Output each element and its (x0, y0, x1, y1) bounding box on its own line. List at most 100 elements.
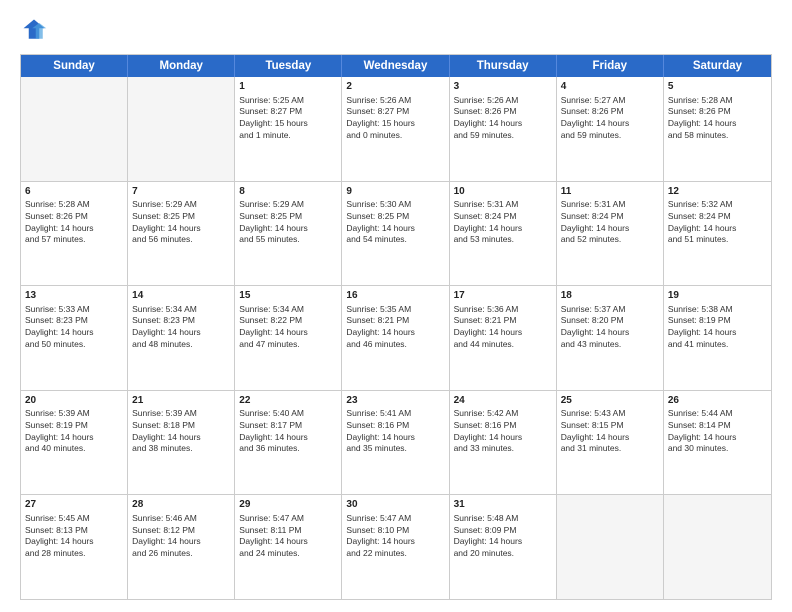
calendar-cell: 15Sunrise: 5:34 AMSunset: 8:22 PMDayligh… (235, 286, 342, 390)
cell-info: Sunrise: 5:35 AMSunset: 8:21 PMDaylight:… (346, 304, 444, 351)
cell-info: Sunrise: 5:37 AMSunset: 8:20 PMDaylight:… (561, 304, 659, 351)
cell-info: Sunrise: 5:38 AMSunset: 8:19 PMDaylight:… (668, 304, 767, 351)
day-number: 3 (454, 80, 552, 94)
day-number: 27 (25, 498, 123, 512)
day-number: 30 (346, 498, 444, 512)
day-number: 13 (25, 289, 123, 303)
day-number: 16 (346, 289, 444, 303)
cell-info: Sunrise: 5:40 AMSunset: 8:17 PMDaylight:… (239, 408, 337, 455)
calendar-cell: 24Sunrise: 5:42 AMSunset: 8:16 PMDayligh… (450, 391, 557, 495)
calendar-cell: 18Sunrise: 5:37 AMSunset: 8:20 PMDayligh… (557, 286, 664, 390)
cell-info: Sunrise: 5:44 AMSunset: 8:14 PMDaylight:… (668, 408, 767, 455)
calendar-week-5: 27Sunrise: 5:45 AMSunset: 8:13 PMDayligh… (21, 494, 771, 599)
day-number: 20 (25, 394, 123, 408)
calendar-cell: 12Sunrise: 5:32 AMSunset: 8:24 PMDayligh… (664, 182, 771, 286)
cell-info: Sunrise: 5:34 AMSunset: 8:22 PMDaylight:… (239, 304, 337, 351)
calendar-cell: 10Sunrise: 5:31 AMSunset: 8:24 PMDayligh… (450, 182, 557, 286)
day-number: 31 (454, 498, 552, 512)
cell-info: Sunrise: 5:33 AMSunset: 8:23 PMDaylight:… (25, 304, 123, 351)
calendar-cell (664, 495, 771, 599)
logo (20, 16, 52, 44)
cell-info: Sunrise: 5:34 AMSunset: 8:23 PMDaylight:… (132, 304, 230, 351)
day-number: 12 (668, 185, 767, 199)
calendar-cell (557, 495, 664, 599)
cell-info: Sunrise: 5:31 AMSunset: 8:24 PMDaylight:… (454, 199, 552, 246)
cell-info: Sunrise: 5:28 AMSunset: 8:26 PMDaylight:… (25, 199, 123, 246)
calendar-week-2: 6Sunrise: 5:28 AMSunset: 8:26 PMDaylight… (21, 181, 771, 286)
calendar-cell: 28Sunrise: 5:46 AMSunset: 8:12 PMDayligh… (128, 495, 235, 599)
day-number: 11 (561, 185, 659, 199)
day-number: 10 (454, 185, 552, 199)
day-number: 23 (346, 394, 444, 408)
day-number: 5 (668, 80, 767, 94)
header-day-friday: Friday (557, 55, 664, 77)
cell-info: Sunrise: 5:39 AMSunset: 8:18 PMDaylight:… (132, 408, 230, 455)
cell-info: Sunrise: 5:29 AMSunset: 8:25 PMDaylight:… (132, 199, 230, 246)
page-header (20, 16, 772, 44)
calendar-cell: 21Sunrise: 5:39 AMSunset: 8:18 PMDayligh… (128, 391, 235, 495)
calendar-cell: 30Sunrise: 5:47 AMSunset: 8:10 PMDayligh… (342, 495, 449, 599)
calendar-cell: 31Sunrise: 5:48 AMSunset: 8:09 PMDayligh… (450, 495, 557, 599)
day-number: 17 (454, 289, 552, 303)
header-day-monday: Monday (128, 55, 235, 77)
calendar-week-3: 13Sunrise: 5:33 AMSunset: 8:23 PMDayligh… (21, 285, 771, 390)
cell-info: Sunrise: 5:26 AMSunset: 8:27 PMDaylight:… (346, 95, 444, 142)
day-number: 6 (25, 185, 123, 199)
calendar-cell: 29Sunrise: 5:47 AMSunset: 8:11 PMDayligh… (235, 495, 342, 599)
calendar-cell: 2Sunrise: 5:26 AMSunset: 8:27 PMDaylight… (342, 77, 449, 181)
calendar-cell: 6Sunrise: 5:28 AMSunset: 8:26 PMDaylight… (21, 182, 128, 286)
cell-info: Sunrise: 5:47 AMSunset: 8:11 PMDaylight:… (239, 513, 337, 560)
header-day-saturday: Saturday (664, 55, 771, 77)
day-number: 15 (239, 289, 337, 303)
cell-info: Sunrise: 5:25 AMSunset: 8:27 PMDaylight:… (239, 95, 337, 142)
logo-icon (20, 16, 48, 44)
day-number: 26 (668, 394, 767, 408)
calendar: SundayMondayTuesdayWednesdayThursdayFrid… (20, 54, 772, 600)
header-day-wednesday: Wednesday (342, 55, 449, 77)
day-number: 2 (346, 80, 444, 94)
day-number: 29 (239, 498, 337, 512)
calendar-cell: 7Sunrise: 5:29 AMSunset: 8:25 PMDaylight… (128, 182, 235, 286)
day-number: 18 (561, 289, 659, 303)
calendar-cell (21, 77, 128, 181)
day-number: 24 (454, 394, 552, 408)
day-number: 1 (239, 80, 337, 94)
calendar-cell: 5Sunrise: 5:28 AMSunset: 8:26 PMDaylight… (664, 77, 771, 181)
day-number: 19 (668, 289, 767, 303)
calendar-week-4: 20Sunrise: 5:39 AMSunset: 8:19 PMDayligh… (21, 390, 771, 495)
cell-info: Sunrise: 5:48 AMSunset: 8:09 PMDaylight:… (454, 513, 552, 560)
cell-info: Sunrise: 5:45 AMSunset: 8:13 PMDaylight:… (25, 513, 123, 560)
day-number: 21 (132, 394, 230, 408)
cell-info: Sunrise: 5:28 AMSunset: 8:26 PMDaylight:… (668, 95, 767, 142)
cell-info: Sunrise: 5:47 AMSunset: 8:10 PMDaylight:… (346, 513, 444, 560)
cell-info: Sunrise: 5:27 AMSunset: 8:26 PMDaylight:… (561, 95, 659, 142)
day-number: 9 (346, 185, 444, 199)
calendar-cell: 20Sunrise: 5:39 AMSunset: 8:19 PMDayligh… (21, 391, 128, 495)
calendar-header: SundayMondayTuesdayWednesdayThursdayFrid… (21, 55, 771, 77)
calendar-cell (128, 77, 235, 181)
calendar-cell: 23Sunrise: 5:41 AMSunset: 8:16 PMDayligh… (342, 391, 449, 495)
calendar-cell: 13Sunrise: 5:33 AMSunset: 8:23 PMDayligh… (21, 286, 128, 390)
header-day-sunday: Sunday (21, 55, 128, 77)
day-number: 7 (132, 185, 230, 199)
cell-info: Sunrise: 5:39 AMSunset: 8:19 PMDaylight:… (25, 408, 123, 455)
cell-info: Sunrise: 5:29 AMSunset: 8:25 PMDaylight:… (239, 199, 337, 246)
calendar-cell: 17Sunrise: 5:36 AMSunset: 8:21 PMDayligh… (450, 286, 557, 390)
day-number: 28 (132, 498, 230, 512)
calendar-week-1: 1Sunrise: 5:25 AMSunset: 8:27 PMDaylight… (21, 77, 771, 181)
cell-info: Sunrise: 5:46 AMSunset: 8:12 PMDaylight:… (132, 513, 230, 560)
cell-info: Sunrise: 5:32 AMSunset: 8:24 PMDaylight:… (668, 199, 767, 246)
calendar-cell: 1Sunrise: 5:25 AMSunset: 8:27 PMDaylight… (235, 77, 342, 181)
cell-info: Sunrise: 5:36 AMSunset: 8:21 PMDaylight:… (454, 304, 552, 351)
calendar-cell: 8Sunrise: 5:29 AMSunset: 8:25 PMDaylight… (235, 182, 342, 286)
day-number: 14 (132, 289, 230, 303)
cell-info: Sunrise: 5:30 AMSunset: 8:25 PMDaylight:… (346, 199, 444, 246)
calendar-body: 1Sunrise: 5:25 AMSunset: 8:27 PMDaylight… (21, 77, 771, 599)
calendar-cell: 14Sunrise: 5:34 AMSunset: 8:23 PMDayligh… (128, 286, 235, 390)
cell-info: Sunrise: 5:43 AMSunset: 8:15 PMDaylight:… (561, 408, 659, 455)
cell-info: Sunrise: 5:41 AMSunset: 8:16 PMDaylight:… (346, 408, 444, 455)
calendar-cell: 11Sunrise: 5:31 AMSunset: 8:24 PMDayligh… (557, 182, 664, 286)
day-number: 22 (239, 394, 337, 408)
calendar-cell: 16Sunrise: 5:35 AMSunset: 8:21 PMDayligh… (342, 286, 449, 390)
day-number: 4 (561, 80, 659, 94)
